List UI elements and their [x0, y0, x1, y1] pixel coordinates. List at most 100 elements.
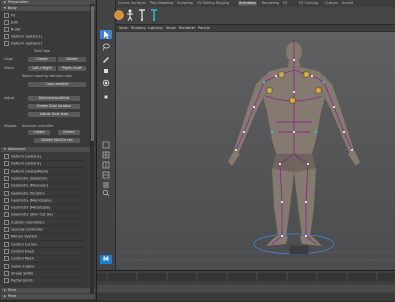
expand-toggle-icon[interactable] [4, 270, 9, 276]
section-face[interactable]: ▸ Face [1, 288, 95, 293]
cage-create-button[interactable]: Create [28, 57, 56, 62]
advanced-list-item[interactable]: Upscale Controller [4, 227, 84, 234]
tree-item-deform-option2[interactable]: Deform (option2) [4, 41, 94, 46]
expand-toggle-icon[interactable] [4, 168, 9, 174]
search-icon[interactable] [100, 188, 112, 197]
layout-single-icon[interactable] [100, 140, 112, 149]
shapes-delete-button[interactable]: Delete [58, 130, 80, 135]
expand-toggle-icon[interactable] [4, 20, 9, 25]
advanced-list-item[interactable]: Geometry (Muscular) [4, 183, 84, 190]
shelf-tab-surfaces[interactable]: Surfaces [131, 1, 146, 6]
advanced-list-item[interactable]: Geometry (Skin Cut Ha) [4, 212, 84, 220]
expand-toggle-icon[interactable] [4, 41, 9, 46]
advanced-list-item[interactable]: Custom Controllers [4, 219, 84, 227]
shelf-tab-rigging[interactable]: Rigging [216, 1, 229, 6]
shelf-tab-poly-modeling[interactable]: Poly Modeling [150, 1, 173, 6]
advanced-list-item-label: Control Curves [11, 242, 37, 247]
advanced-list-item-label: Deform (option1) [11, 154, 42, 159]
advanced-list-item[interactable]: Geometry (Mesotopia) [4, 205, 84, 212]
advanced-list-item[interactable]: Control Curves [4, 241, 84, 249]
paint-tool-icon[interactable] [100, 54, 112, 63]
section-preparation[interactable]: ▸ Preparation [1, 0, 95, 5]
expand-toggle-icon[interactable] [4, 175, 9, 181]
advanced-list-item[interactable]: Geometry (Tendon) [4, 190, 84, 198]
maya-logo-icon[interactable]: M [100, 255, 112, 264]
layout-four-icon[interactable] [100, 150, 112, 159]
expand-toggle-icon[interactable] [4, 256, 9, 262]
shelf-tab-animation[interactable]: Animation [238, 1, 258, 6]
deformation-attrib-button[interactable]: DeformationAttrib [28, 96, 80, 101]
shelf-tab-sculpting[interactable]: Sculpting [177, 1, 193, 6]
advanced-list-item[interactable]: Deform (option2) [4, 161, 84, 169]
rotate-tool-icon[interactable] [100, 78, 112, 87]
expand-toggle-icon[interactable] [4, 263, 9, 269]
advanced-list-item-label: Upscale Controller [11, 227, 44, 232]
shelf-tab-custom[interactable]: Custom [325, 1, 338, 6]
tree-item-fit[interactable]: Fit [4, 13, 94, 18]
layout-top-icon[interactable] [100, 170, 112, 179]
shelf-tab-uv-editing[interactable]: UV Editing [197, 1, 215, 6]
create-goal-button[interactable]: Create Goal location [28, 104, 80, 109]
advanced-list-item-label: Partial Joints [11, 278, 33, 283]
scale-tool-icon[interactable] [100, 92, 112, 101]
shelf-tab-rendering[interactable]: Rendering [262, 1, 279, 6]
expand-toggle-icon[interactable] [4, 212, 9, 218]
expand-toggle-icon[interactable] [4, 190, 9, 196]
mirror-left-right-button[interactable]: Left->Right [28, 66, 56, 71]
layout-side-icon[interactable] [100, 160, 112, 169]
advanced-list-item[interactable]: Deform (option1) [4, 154, 84, 161]
copy-weights-button[interactable]: Copy weights [28, 82, 86, 87]
viewport-3d[interactable] [116, 32, 395, 270]
delete-skincurves-button[interactable]: Delete SkinCurves [34, 138, 80, 143]
advanced-list-item-label: Deform (GlobalMesh) [11, 169, 49, 174]
expand-toggle-icon[interactable] [4, 234, 9, 240]
expand-toggle-icon[interactable] [4, 227, 9, 232]
tree-item-edit[interactable]: Edit [4, 20, 94, 25]
shelf-tab-curves[interactable]: Curves [118, 1, 130, 6]
expand-toggle-icon[interactable] [4, 205, 9, 211]
move-tool-icon[interactable] [100, 66, 112, 75]
collapse-arrow-icon: ▸ [4, 294, 6, 298]
panel-scrollbar-thumb[interactable] [90, 6, 94, 141]
tree-item-build[interactable]: Build [4, 27, 94, 32]
advanced-list-item[interactable]: Game Engine [4, 263, 84, 271]
ik-handle-icon[interactable] [148, 9, 160, 21]
section-body[interactable]: ▾ Body [1, 6, 95, 11]
advanced-list-item[interactable]: Deform (GlobalMesh) [4, 168, 84, 176]
advanced-list-item[interactable]: Geometry (Skeleton) [4, 175, 84, 183]
section-advanced[interactable]: ▾ Advanced [1, 147, 95, 152]
character-rig-scene [116, 35, 395, 270]
advanced-list-item[interactable]: Shape Settle [4, 270, 84, 278]
shelf-tab-arnold[interactable]: Arnold [342, 1, 353, 6]
expand-toggle-icon[interactable] [4, 219, 9, 225]
expand-toggle-icon[interactable] [4, 197, 9, 203]
lasso-tool-icon[interactable] [100, 42, 112, 51]
expand-toggle-icon[interactable] [4, 161, 9, 167]
expand-toggle-icon[interactable] [4, 154, 9, 159]
expand-toggle-icon[interactable] [4, 13, 9, 18]
shapes-create-button[interactable]: Create [28, 130, 50, 135]
shelf-tab-fx[interactable]: FX [283, 1, 287, 6]
expand-toggle-icon[interactable] [4, 241, 9, 247]
expand-toggle-icon[interactable] [4, 27, 9, 32]
expand-toggle-icon[interactable] [4, 183, 9, 189]
expand-toggle-icon[interactable] [4, 278, 9, 284]
advanced-list-item[interactable]: Control Fixed [4, 248, 84, 256]
section-pose[interactable]: ▸ Pose [1, 294, 95, 299]
advanced-list-item[interactable]: Control Mesh [4, 256, 84, 263]
cage-delete-button[interactable]: Delete [58, 57, 86, 62]
expand-toggle-icon[interactable] [4, 34, 9, 39]
joint-tool-icon[interactable] [136, 9, 148, 21]
human-figure-icon[interactable] [124, 9, 136, 21]
expand-toggle-icon[interactable] [4, 248, 9, 254]
select-tool-icon[interactable] [100, 30, 112, 39]
advanced-list-item[interactable]: Geometry (Macrotopia) [4, 197, 84, 205]
advanced-list-item[interactable]: Mirrors System [4, 234, 84, 242]
time-slider[interactable] [97, 270, 395, 301]
advanced-list-item[interactable]: Partial Joints [4, 278, 84, 285]
tree-item-deform-option1[interactable]: Deform (option1) [4, 34, 94, 39]
adjust-goal-button[interactable]: Adjust Goal area [28, 112, 80, 117]
advanced-list-item-label: Geometry (Skin Cut Ha) [11, 212, 53, 217]
mirror-right-left-button[interactable]: Right->Left [58, 66, 86, 71]
shelf-tab-fx-caching[interactable]: FX Caching [299, 1, 318, 6]
